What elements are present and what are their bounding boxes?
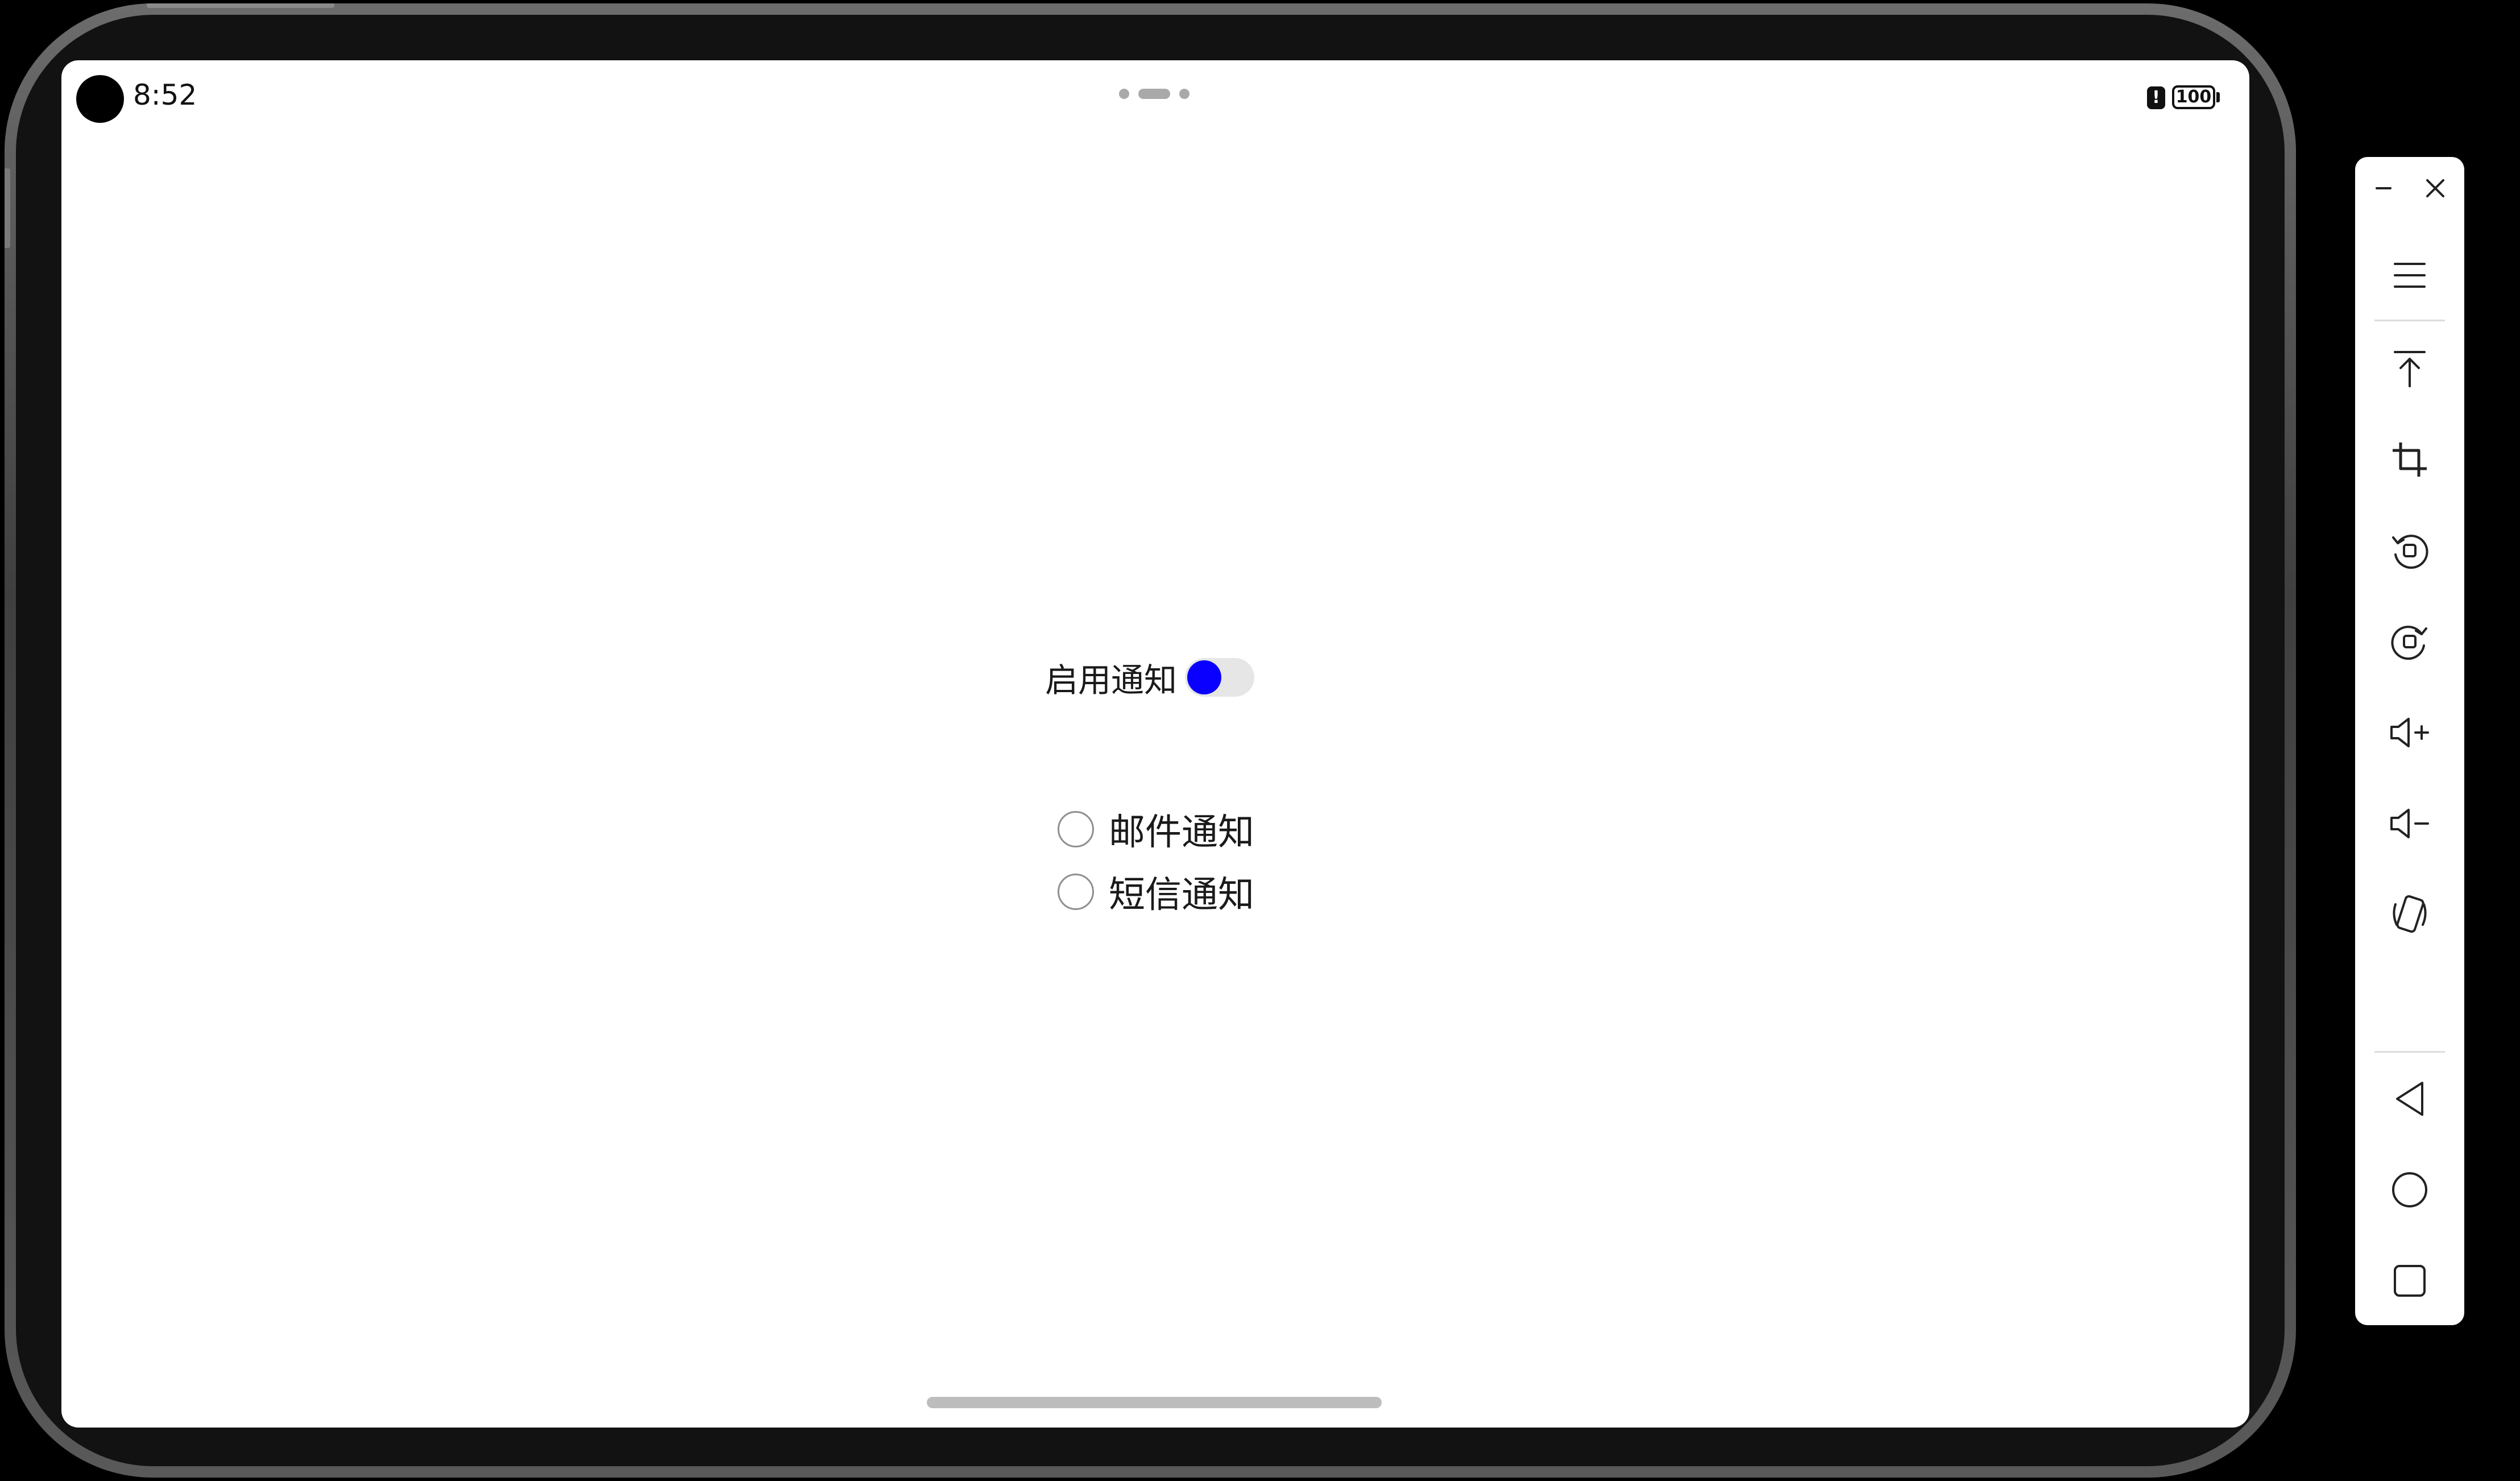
device-top-edge-mark xyxy=(147,3,334,8)
crop-screenshot-icon xyxy=(2393,442,2427,477)
indicator-pill xyxy=(1138,89,1170,99)
volume-up-icon xyxy=(2390,718,2429,747)
close-icon xyxy=(2426,179,2444,197)
device-screen: 8:52 ! 100 启用通知 邮件通知 短信通知 xyxy=(61,60,2249,1428)
emulator-stage: 8:52 ! 100 启用通知 邮件通知 短信通知 xyxy=(0,0,2520,1481)
emulator-toolbar xyxy=(2355,157,2464,1325)
volume-down-icon xyxy=(2390,809,2429,838)
battery-icon: 100 xyxy=(2172,85,2215,109)
email-notification-option[interactable]: 邮件通知 xyxy=(1058,801,1254,858)
rotate-left-button[interactable] xyxy=(2355,516,2464,585)
notification-toggle-row: 启用通知 xyxy=(1045,646,1255,709)
rotate-right-button[interactable] xyxy=(2355,607,2464,676)
back-button[interactable] xyxy=(2355,1065,2464,1133)
device-side-button xyxy=(5,168,10,248)
toolbar-separator xyxy=(2374,320,2445,321)
recents-button[interactable] xyxy=(2355,1247,2464,1315)
email-notification-label: 邮件通知 xyxy=(1109,812,1254,854)
volume-down-button[interactable] xyxy=(2355,789,2464,858)
shake-button[interactable] xyxy=(2355,880,2464,949)
rotate-left-icon xyxy=(2392,535,2428,569)
crop-screenshot-button[interactable] xyxy=(2355,425,2464,494)
notification-toggle-label: 启用通知 xyxy=(1045,661,1178,700)
home-button[interactable] xyxy=(2355,1156,2464,1224)
menu-button[interactable] xyxy=(2355,241,2464,309)
home-indicator-bar[interactable] xyxy=(927,1397,1382,1408)
menu-icon xyxy=(2394,263,2426,288)
shake-icon xyxy=(2393,895,2427,933)
toolbar-separator xyxy=(2374,1051,2445,1053)
rotate-right-icon xyxy=(2391,626,2427,660)
sms-notification-option[interactable]: 短信通知 xyxy=(1058,863,1254,920)
back-icon xyxy=(2396,1082,2423,1116)
tablet-device-frame: 8:52 ! 100 启用通知 邮件通知 短信通知 xyxy=(5,3,2296,1478)
sms-notification-radio[interactable] xyxy=(1058,874,1094,910)
close-button[interactable] xyxy=(2415,168,2455,208)
indicator-dot-right xyxy=(1179,89,1189,99)
notification-toggle-switch[interactable] xyxy=(1185,658,1255,697)
battery-tip xyxy=(2216,92,2220,102)
minimize-icon xyxy=(2376,187,2391,189)
pin-to-top-icon xyxy=(2394,351,2426,387)
multitask-indicator[interactable] xyxy=(1119,86,1193,100)
home-icon xyxy=(2392,1172,2427,1207)
status-alert-icon: ! xyxy=(2147,86,2165,109)
email-notification-radio[interactable] xyxy=(1058,811,1094,847)
volume-up-button[interactable] xyxy=(2355,698,2464,767)
pin-to-top-button[interactable] xyxy=(2355,334,2464,403)
indicator-dot-left xyxy=(1119,89,1129,99)
minimize-button[interactable] xyxy=(2364,168,2403,208)
recents-icon xyxy=(2394,1265,2426,1297)
toggle-knob xyxy=(1187,660,1222,694)
sms-notification-label: 短信通知 xyxy=(1109,874,1254,916)
front-camera xyxy=(76,75,124,123)
status-time: 8:52 xyxy=(133,78,197,111)
